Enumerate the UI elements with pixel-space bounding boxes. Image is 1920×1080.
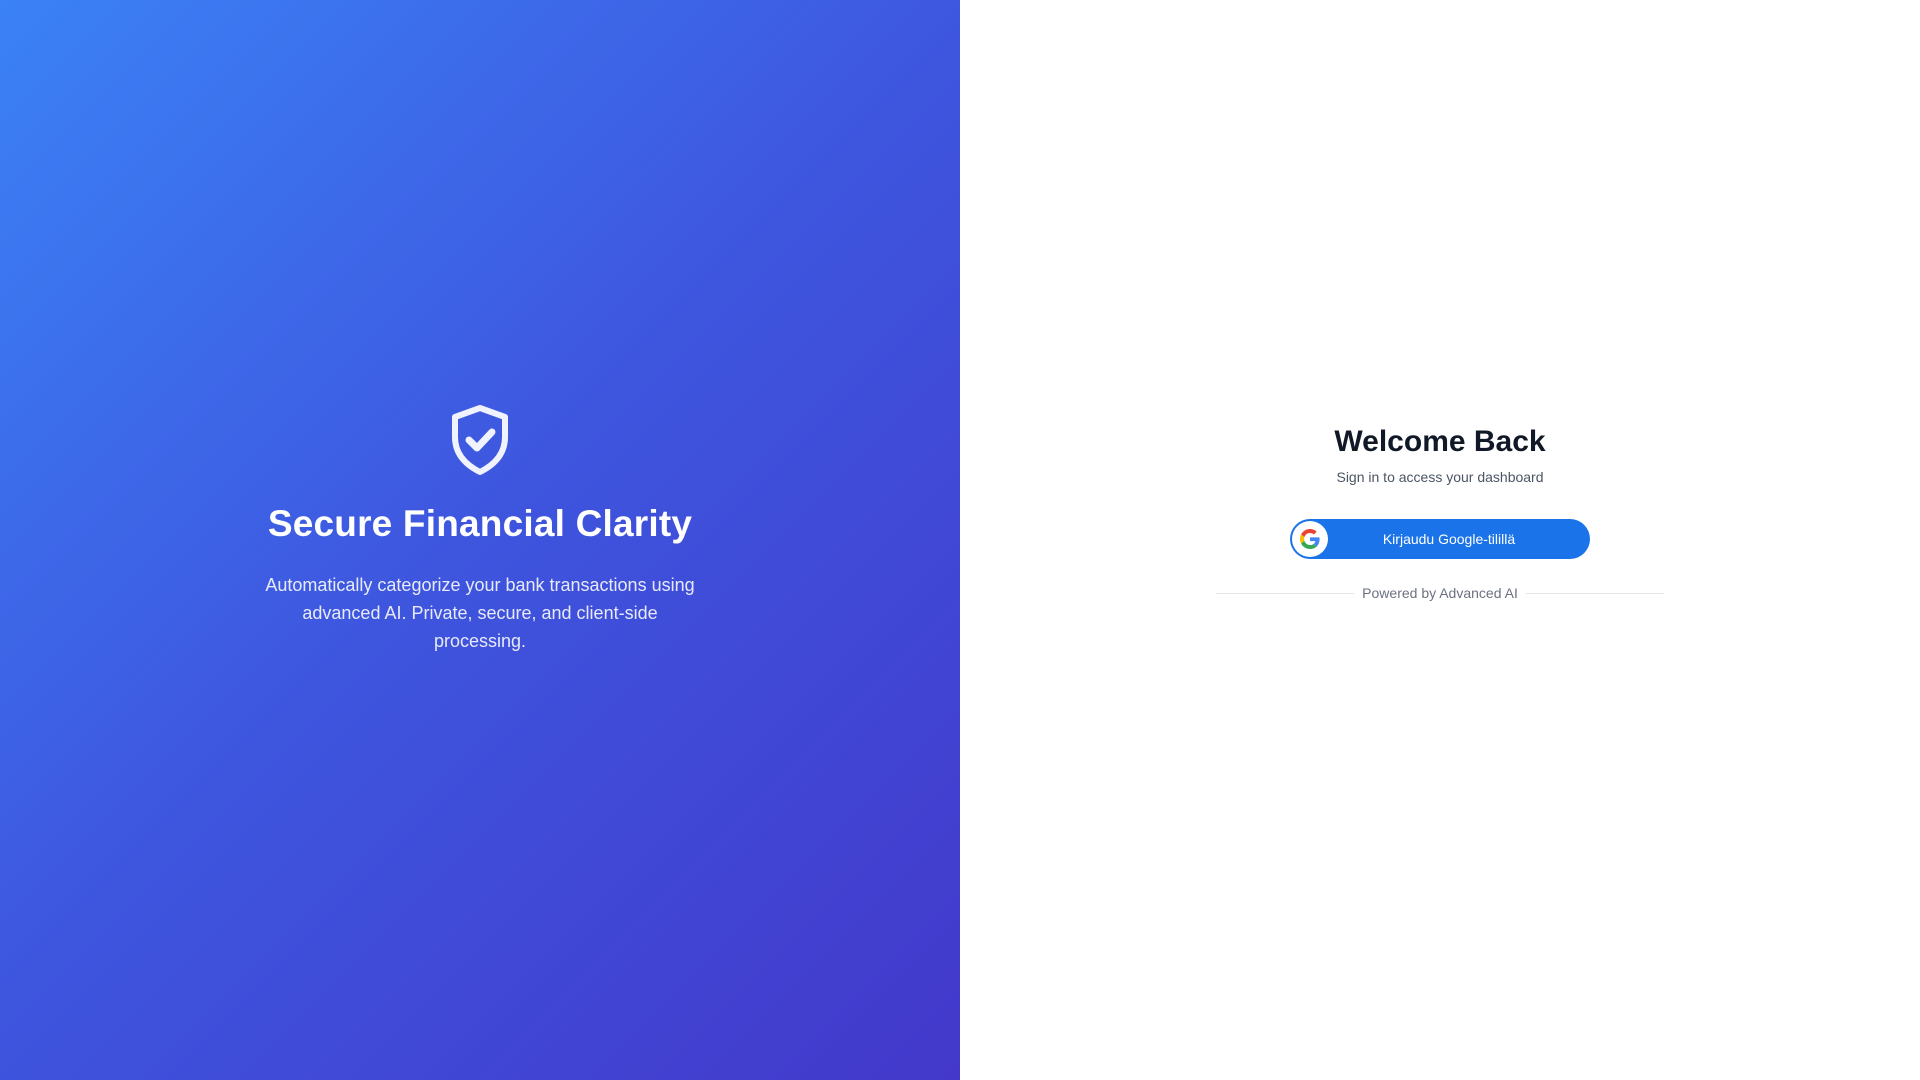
login-subtitle: Sign in to access your dashboard [1336,469,1544,485]
powered-by-text: Powered by Advanced AI [1362,585,1518,601]
login-title: Welcome Back [1334,425,1546,458]
shield-check-icon [443,403,517,477]
google-icon [1292,521,1328,557]
powered-by-divider: Powered by Advanced AI [1216,585,1665,601]
google-sign-in-label: Kirjaudu Google-tilillä [1382,531,1516,547]
login-page: Secure Financial Clarity Automatically c… [0,0,1920,1080]
hero-title: Secure Financial Clarity [267,503,693,544]
google-sign-in-button[interactable]: Kirjaudu Google-tilillä [1290,519,1590,559]
divider-line-right [1525,592,1665,594]
hero-panel: Secure Financial Clarity Automatically c… [0,0,960,1080]
divider-line-left [1216,592,1355,594]
hero-description: Automatically categorize your bank trans… [265,575,695,651]
login-panel: Welcome Back Sign in to access your dash… [960,0,1920,1080]
